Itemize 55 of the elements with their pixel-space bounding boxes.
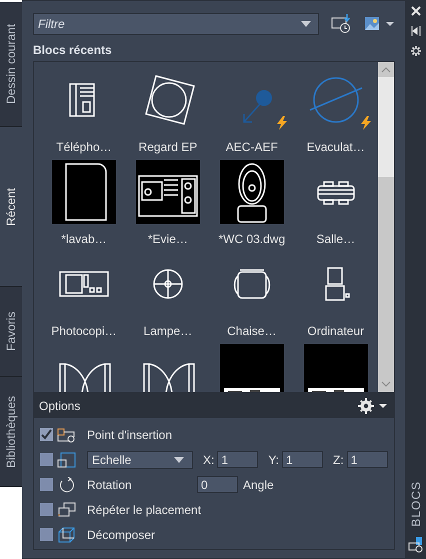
- option-label: Répéter le placement: [87, 502, 202, 516]
- caret-icon: [174, 456, 184, 462]
- angle-label: Angle: [243, 478, 274, 492]
- angle-input[interactable]: 0: [197, 476, 238, 493]
- option-label: Décomposer: [87, 528, 156, 542]
- section-title: Blocs récents: [33, 43, 113, 57]
- caret-icon[interactable]: [300, 21, 311, 27]
- checkbox[interactable]: [40, 528, 53, 541]
- block-label: Lampe…: [144, 324, 192, 338]
- scale-input[interactable]: 1: [282, 451, 324, 468]
- rotate-icon: [57, 476, 77, 492]
- explode-icon: [57, 526, 77, 542]
- axis-label: Y:: [268, 452, 280, 466]
- scale-input[interactable]: 1: [217, 451, 258, 468]
- close-icon[interactable]: [411, 6, 422, 16]
- scale-dropdown[interactable]: Echelle: [87, 450, 193, 468]
- settings-icon[interactable]: [411, 46, 422, 56]
- toilet-drawing[interactable]: [220, 160, 284, 224]
- insert-point-icon: [57, 426, 77, 442]
- checkbox[interactable]: [40, 453, 53, 466]
- scale-input[interactable]: 1: [346, 451, 388, 468]
- block-label: Photocopi…: [51, 324, 117, 338]
- axis-label: X:: [203, 452, 214, 466]
- block-label: Chaise…: [227, 324, 276, 338]
- settings-icon[interactable]: [358, 398, 388, 414]
- stove-drawing[interactable]: [136, 160, 200, 224]
- option-label: Rotation: [87, 478, 132, 492]
- block-label: Ordinateur: [307, 324, 364, 338]
- block-label: *WC 03.dwg: [218, 232, 286, 246]
- side-tab[interactable]: Bibliothèques: [0, 377, 22, 487]
- block-label: Salle…: [316, 232, 356, 246]
- scroll-thumb[interactable]: [378, 77, 394, 177]
- checkbox[interactable]: [40, 478, 53, 491]
- side-tab[interactable]: Récent: [0, 127, 22, 287]
- side-tab[interactable]: Favoris: [0, 287, 22, 377]
- scale-icon: [57, 452, 77, 468]
- scrollbar[interactable]: [378, 62, 394, 392]
- side-tab[interactable]: Dessin courant: [0, 2, 22, 127]
- block-label: *Evie…: [148, 232, 188, 246]
- filter-field[interactable]: Filtre: [33, 13, 319, 35]
- block-label: AEC-AEF: [226, 140, 278, 154]
- block-label: Télépho…: [56, 140, 112, 154]
- palette-title: BLOCS: [409, 481, 424, 527]
- blocks-palette-icon[interactable]: [408, 537, 424, 553]
- options-title: Options: [39, 399, 80, 413]
- block-label: *lavab…: [61, 232, 107, 246]
- checkbox[interactable]: [40, 503, 53, 516]
- thumbnail-view-icon[interactable]: [364, 16, 395, 32]
- recent-drawing-icon[interactable]: [330, 14, 353, 34]
- block-label: Regard EP: [138, 140, 198, 154]
- block-label: Evaculat…: [306, 140, 365, 154]
- checkbox[interactable]: [40, 428, 53, 441]
- repeat-icon: [57, 502, 77, 518]
- option-label: Point d'insertion: [87, 428, 172, 442]
- axis-label: Z:: [333, 452, 344, 466]
